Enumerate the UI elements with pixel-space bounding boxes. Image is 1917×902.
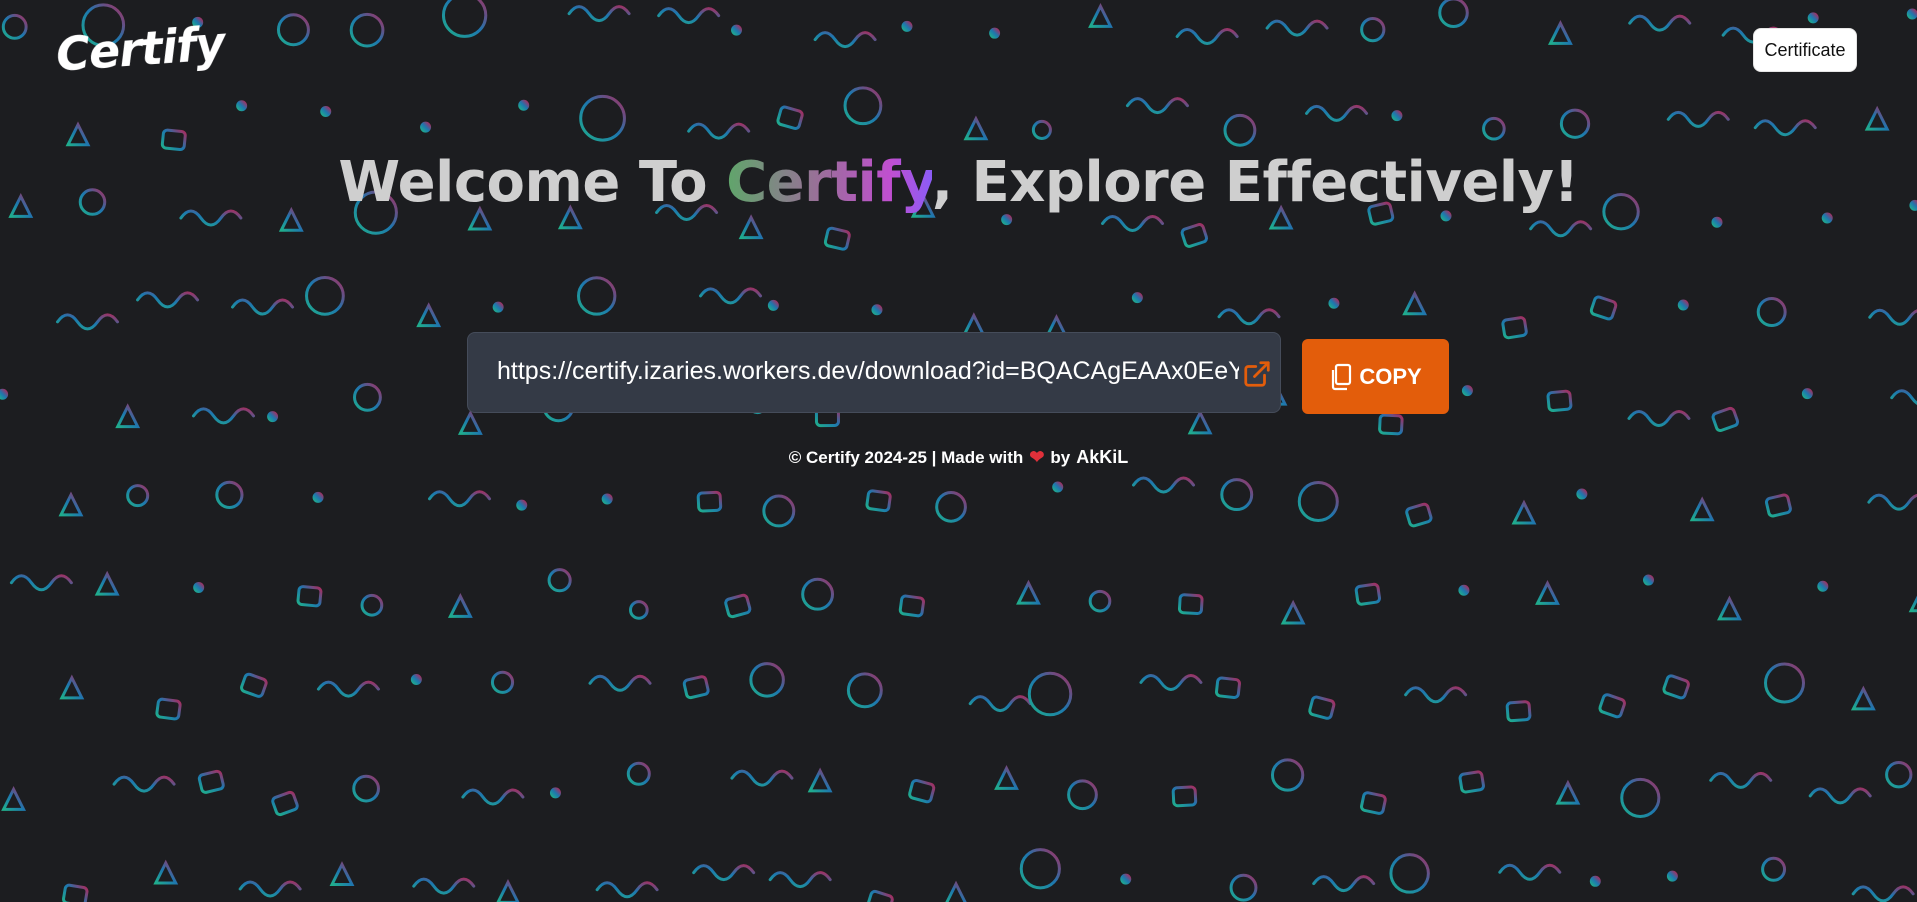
title-suffix: , Explore Effectively! bbox=[931, 150, 1579, 215]
footer-copyright: © Certify 2024-25 | Made with bbox=[788, 447, 1024, 467]
certificate-button[interactable]: Certificate bbox=[1753, 28, 1857, 72]
heart-icon: ❤ bbox=[1029, 447, 1045, 467]
copy-button[interactable]: COPY bbox=[1302, 339, 1449, 414]
footer-author[interactable]: AkKiL bbox=[1076, 447, 1128, 468]
title-brand: Certify bbox=[726, 150, 932, 215]
footer-by: by bbox=[1050, 447, 1071, 467]
footer: © Certify 2024-25 | Made with ❤ by AkKiL bbox=[0, 447, 1917, 468]
title-prefix: Welcome To bbox=[338, 150, 727, 215]
download-url-field[interactable]: https://certify.izaries.workers.dev/down… bbox=[467, 332, 1281, 413]
page-title: Welcome To Certify, Explore Effectively! bbox=[0, 150, 1917, 215]
copy-button-label: COPY bbox=[1359, 363, 1422, 389]
copy-icon bbox=[1332, 363, 1352, 390]
download-url-text[interactable]: https://certify.izaries.workers.dev/down… bbox=[497, 357, 1239, 386]
external-link-icon[interactable] bbox=[1242, 359, 1272, 389]
